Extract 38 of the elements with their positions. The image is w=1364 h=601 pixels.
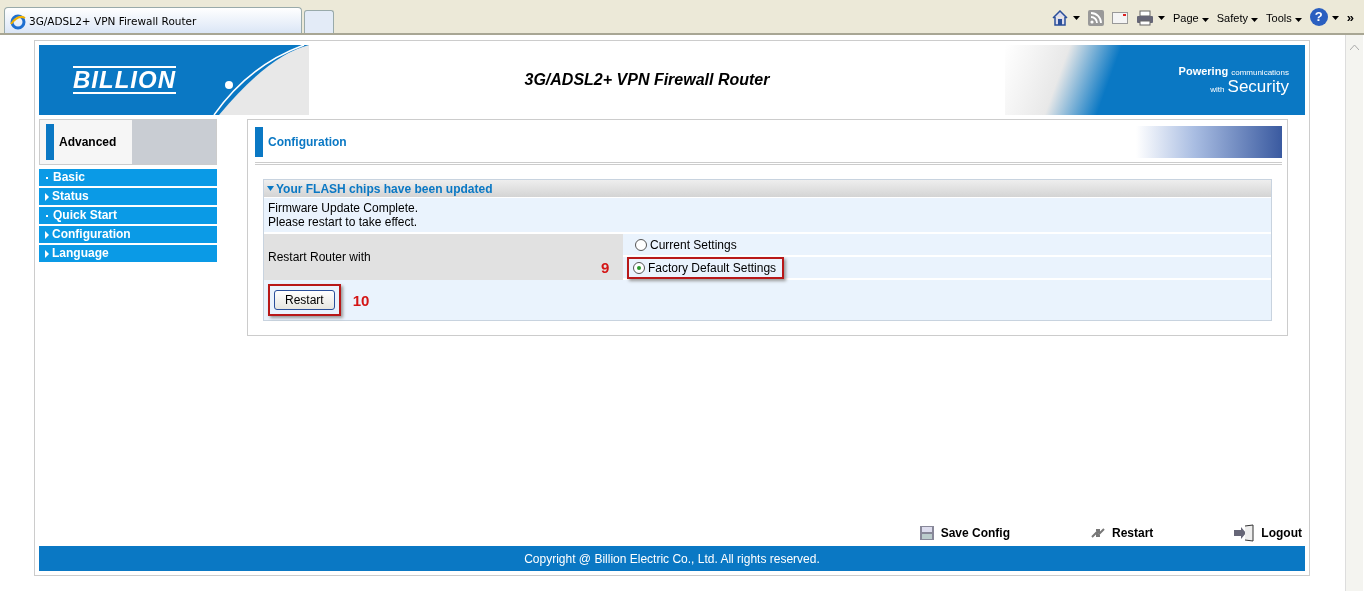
- caret-icon[interactable]: [1073, 15, 1080, 20]
- footer-action[interactable]: Save Config: [918, 525, 1010, 541]
- annotation-number: 9: [601, 259, 610, 276]
- printer-icon[interactable]: [1136, 9, 1154, 26]
- accent-bar: [255, 127, 263, 157]
- radio-option[interactable]: Current Settings: [633, 233, 745, 256]
- annotation-number: 10: [352, 291, 370, 309]
- browser-tab[interactable]: 3G/ADSL2+ VPN Firewall Router: [4, 7, 302, 33]
- page-title: 3G/ADSL2+ VPN Firewall Router: [523, 71, 771, 89]
- caret-icon: [267, 186, 274, 191]
- panel-title: Configuration: [268, 135, 347, 149]
- sidebar-heading: Advanced: [59, 135, 117, 149]
- copyright-text: Copyright @ Billion Electric Co., Ltd. All rights reserved.: [524, 551, 820, 566]
- caret-icon[interactable]: [1331, 15, 1339, 20]
- caret-icon: [1294, 17, 1302, 22]
- scrollbar[interactable]: [1345, 35, 1363, 591]
- help-button[interactable]: ?: [1309, 7, 1328, 26]
- caret-icon[interactable]: [1158, 15, 1165, 20]
- overflow-button[interactable]: »: [1346, 10, 1354, 25]
- footer-action[interactable]: Restart: [1090, 525, 1154, 541]
- home-icon[interactable]: [1051, 9, 1069, 26]
- toolbar-menu[interactable]: Tools: [1266, 11, 1302, 24]
- toolbar-menu[interactable]: Safety: [1216, 11, 1258, 24]
- footer-action[interactable]: Logout: [1233, 524, 1302, 542]
- mail-icon[interactable]: [1112, 11, 1128, 24]
- message-text: Firmware Update Complete. Please restart to take effect.: [264, 197, 1271, 232]
- caret-icon: [1201, 17, 1209, 22]
- radio-option[interactable]: Factory Default Settings: [627, 256, 785, 279]
- door-icon: [1233, 524, 1256, 542]
- restart-button[interactable]: Restart: [274, 290, 335, 310]
- slogan: Powering communications with Security: [1178, 63, 1290, 97]
- caret-icon: [1251, 17, 1258, 22]
- brand-logo: BILLION: [73, 66, 176, 94]
- feed-icon[interactable]: [1088, 9, 1104, 26]
- accent-bar: [46, 124, 54, 160]
- browser-logo-icon: [10, 13, 26, 30]
- section-header[interactable]: Your FLASH chips have been updated: [264, 180, 1271, 197]
- toolbar-menu[interactable]: Page: [1173, 11, 1209, 24]
